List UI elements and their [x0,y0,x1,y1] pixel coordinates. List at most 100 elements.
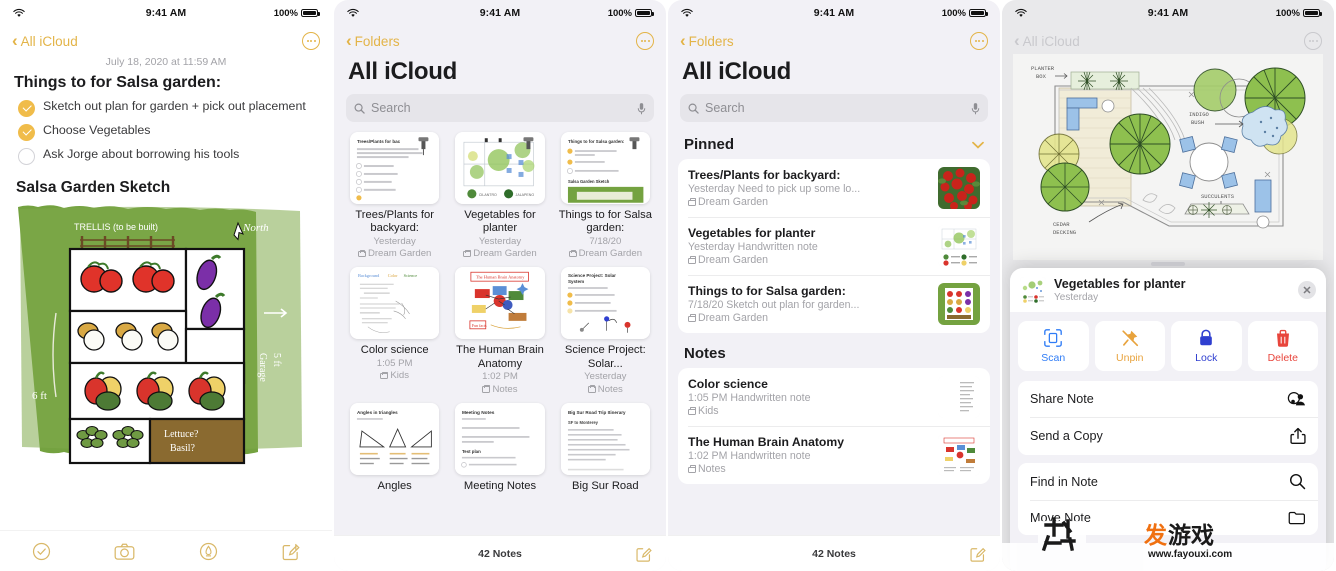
gallery-cell[interactable]: Science Project: Solar System Science Pr… [557,267,654,396]
chevron-down-icon[interactable] [972,141,984,149]
action-send-copy[interactable]: Send a Copy [1018,417,1318,455]
wifi-icon [13,8,25,17]
quick-action-unpin[interactable]: Unpin [1094,321,1165,371]
list-item[interactable]: Vegetables for planter Yesterday Handwri… [678,217,990,275]
back-button-folders[interactable]: ‹ Folders [680,32,734,49]
more-options-button[interactable] [1304,32,1322,50]
chevron-left-icon: ‹ [346,31,352,50]
width-label: 6 ft [32,390,47,402]
checklist-item[interactable]: Sketch out plan for garden + pick out pl… [14,99,318,117]
action-group-note: Find in Note Move Note [1018,463,1318,535]
gallery-cell[interactable]: Big Sur Road Trip Itinerary SF to Monter… [557,402,654,493]
cell-title: The Human Brain Anatomy [456,344,544,370]
list-item-meta: 1:05 PM Handwritten note [688,392,811,404]
folder-icon [688,198,696,206]
checkbox-unchecked-icon[interactable] [18,148,35,165]
camera-icon[interactable] [114,542,135,561]
sheet-grabber[interactable] [1151,262,1185,266]
nav-bar: ‹ All iCloud [0,26,332,56]
checklist-label: Ask Jorge about borrowing his tools [43,147,240,161]
action-move-note[interactable]: Move Note [1018,500,1318,535]
back-label: Folders [688,33,734,49]
list-item[interactable]: Things to for Salsa garden: 7/18/20 Sket… [678,275,990,333]
markup-pen-icon[interactable] [199,542,218,561]
microphone-icon[interactable] [971,102,980,115]
quick-action-label: Delete [1267,352,1298,364]
back-label: All iCloud [1022,33,1080,49]
status-bar: 9:41 AM 100% [1002,0,1334,26]
more-options-button[interactable] [302,32,320,50]
section-header-notes: Notes [668,333,1000,368]
cell-date: Yesterday [478,235,522,247]
search-placeholder: Search [371,101,411,115]
quick-action-lock[interactable]: Lock [1171,321,1242,371]
pinned-notes-card: Trees/Plants for backyard: Yesterday Nee… [678,159,990,333]
back-button-all-icloud[interactable]: ‹ All iCloud [12,31,78,50]
quick-action-label: Scan [1041,352,1066,364]
quick-action-scan[interactable]: Scan [1018,321,1089,371]
close-icon[interactable]: ✕ [1298,281,1316,299]
sheet-note-title: Vegetables for planter [1054,277,1186,291]
note-thumbnail-garden-plan: CILANTRO JALAPENO [455,132,545,204]
bed-label: Basil? [170,443,196,454]
gallery-cell[interactable]: Things to for Salsa garden: Salsa Garden… [557,132,654,261]
svg-text:Color: Color [388,273,398,278]
checklist-item[interactable]: Ask Jorge about borrowing his tools [14,147,318,165]
search-placeholder: Search [705,101,745,115]
section-header-pinned[interactable]: Pinned [668,132,1000,159]
svg-text:Fun facts: Fun facts [472,323,487,328]
status-bar-right: 100% [274,8,320,19]
gallery-cell[interactable]: Angles in triangles Angles [346,402,443,493]
gallery-cell[interactable]: Trees/Plants for bac Trees/Plants for ba… [346,132,443,261]
back-button-folders[interactable]: ‹ Folders [346,31,400,50]
checklist-item[interactable]: Choose Vegetables [14,123,318,141]
scan-document-icon [1044,329,1063,347]
microphone-icon[interactable] [637,102,646,115]
notes-count: 42 Notes [812,547,856,560]
compose-icon[interactable] [635,545,652,562]
chevron-left-icon: ‹ [12,31,18,50]
checkbox-checked-icon[interactable] [18,124,35,141]
cell-title: Trees/Plants for backyard: [355,209,434,235]
action-find-in-note[interactable]: Find in Note [1018,463,1318,500]
checkbox-checked-icon[interactable] [18,100,35,117]
compose-icon[interactable] [281,542,300,561]
list-item[interactable]: The Human Brain Anatomy 1:02 PM Handwrit… [678,426,990,484]
search-field[interactable]: Search [346,94,654,122]
gallery-cell[interactable]: Meeting Notes Test plan Meeting Notes [451,402,548,493]
nav-bar: ‹ Folders [668,26,1000,56]
sheet-note-info: Vegetables for planter Yesterday [1054,277,1186,303]
gallery-cell[interactable]: CILANTRO JALAPENO Vegetables for planter… [451,132,548,261]
gallery-cell[interactable]: The Human Brain Anatomy Fun facts The Hu… [451,267,548,396]
side-table [1101,99,1115,113]
list-item-thumbnail-handwritten-notes [938,376,980,418]
checklist-icon[interactable] [32,542,51,561]
folder-icon [688,256,696,264]
list-item-title: Vegetables for planter [688,226,816,240]
search-field[interactable]: Search [680,94,988,122]
action-share-note[interactable]: Share Note [1018,381,1318,417]
more-options-button[interactable] [636,32,654,50]
svg-text:Test plan: Test plan [462,448,481,453]
list-item[interactable]: Color science 1:05 PM Handwritten note K… [678,368,990,426]
unpin-icon [1122,330,1138,347]
screenshot-stage: 9:41 AM 100% ‹ All iCloud July 18, 2020 … [0,0,1336,571]
svg-text:System: System [568,279,584,284]
svg-text:BUSH: BUSH [1191,119,1204,126]
svg-text:Things to for Salsa garden:: Things to for Salsa garden: [568,139,625,144]
note-toolbar [0,530,332,571]
page-title: All iCloud [682,58,791,85]
more-options-button[interactable] [970,32,988,50]
compose-icon[interactable] [969,545,986,562]
list-item-folder: Dream Garden [688,196,930,208]
quick-action-delete[interactable]: Delete [1247,321,1318,371]
svg-text:Meeting Notes: Meeting Notes [462,410,495,416]
list-item[interactable]: Trees/Plants for backyard: Yesterday Nee… [678,159,990,217]
back-label: Folders [354,33,400,49]
list-item-text: Things to for Salsa garden: 7/18/20 Sket… [688,284,930,324]
list-item-folder: Notes [688,463,930,475]
back-button-all-icloud[interactable]: ‹ All iCloud [1014,32,1080,49]
gallery-cell[interactable]: Background Color Science Color science 1… [346,267,443,396]
cell-folder: Kids [346,370,443,383]
note-thumbnail-meeting-notes: Meeting Notes Test plan [455,402,545,475]
